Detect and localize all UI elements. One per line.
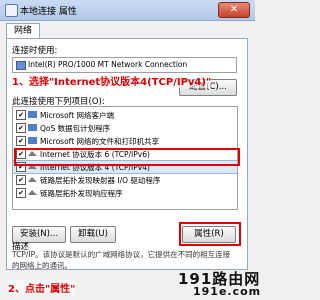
tab-network[interactable]: 网络 <box>6 23 40 39</box>
protocol-icon <box>28 177 37 182</box>
network-connection-icon <box>5 4 18 17</box>
close-button[interactable]: ✕ <box>218 2 250 18</box>
adapter-field: Intel(R) PRO/1000 MT Network Connection <box>12 57 237 73</box>
annotation-step2: 2、点击"属性" <box>8 280 76 295</box>
title-bar: 本地连接 属性 ✕ <box>0 0 255 21</box>
network-client-icon <box>28 111 37 118</box>
checkbox[interactable]: ✔ <box>16 175 26 185</box>
checkbox[interactable]: ✔ <box>16 110 26 120</box>
qos-icon <box>28 124 37 131</box>
list-item-label: Microsoft 网络客户端 <box>40 111 115 120</box>
highlight-properties-box <box>179 222 241 246</box>
checkbox[interactable]: ✔ <box>16 123 26 133</box>
list-item[interactable]: ✔ 链路层拓扑发现响应程序 <box>13 187 237 199</box>
annotation-step1: 1、选择"Internet协议版本4(TCP/IPv4)" <box>12 73 212 88</box>
highlight-ipv4-box <box>14 148 240 166</box>
list-item[interactable]: ✔ Microsoft 网络客户端 <box>13 109 237 121</box>
list-item[interactable]: ✔ 链路层拓扑发现映射器 I/O 驱动程序 <box>13 174 237 186</box>
list-item-label: 链路层拓扑发现映射器 I/O 驱动程序 <box>40 176 161 185</box>
connect-using-label: 连接时使用: <box>12 46 58 56</box>
list-item[interactable]: ✔ QoS 数据包计划程序 <box>13 122 237 134</box>
list-item[interactable]: ✔ Microsoft 网络的文件和打印机共享 <box>13 135 237 147</box>
checkbox[interactable]: ✔ <box>16 188 26 198</box>
list-item-label: 链路层拓扑发现响应程序 <box>40 189 123 198</box>
list-item-label: Microsoft 网络的文件和打印机共享 <box>40 137 160 146</box>
adapter-icon <box>16 61 26 70</box>
uninstall-button[interactable]: 卸载(U) <box>70 226 116 243</box>
checkbox[interactable]: ✔ <box>16 136 26 146</box>
file-share-icon <box>28 137 37 144</box>
protocol-icon <box>28 190 37 195</box>
window-title: 本地连接 属性 <box>20 7 77 17</box>
watermark-domain: 191e.com <box>193 285 262 298</box>
list-item-label: QoS 数据包计划程序 <box>40 124 111 133</box>
adapter-name: Intel(R) PRO/1000 MT Network Connection <box>28 60 188 69</box>
